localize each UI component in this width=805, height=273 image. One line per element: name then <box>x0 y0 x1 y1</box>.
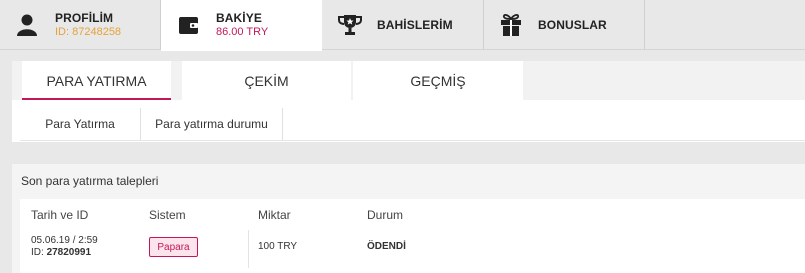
header-date-id: Tarih ve ID <box>31 208 89 222</box>
header-system: Sistem <box>149 208 186 222</box>
tab-profile[interactable]: PROFİLİM ID: 87248258 <box>0 0 161 50</box>
tab-profile-label: PROFİLİM <box>55 11 114 25</box>
tab-balance-label: BAKİYE <box>216 11 262 25</box>
trophy-icon <box>338 14 362 36</box>
tab-deposit[interactable]: PARA YATIRMA <box>22 61 171 100</box>
tab-bonuses[interactable]: BONUSLAR <box>484 0 645 50</box>
active-tab-underline <box>22 98 171 100</box>
gift-icon <box>500 13 522 37</box>
row-id: ID: 27820991 <box>31 247 92 258</box>
tab-withdraw-label: ÇEKİM <box>244 72 289 89</box>
tab-deposit-status-label: Para yatırma durumu <box>155 117 268 131</box>
deposits-table: Tarih ve ID Sistem Miktar Durum 05.06.19… <box>20 199 805 273</box>
player-id: ID: 87248258 <box>55 26 122 38</box>
row-status: ÖDENDİ <box>367 241 406 252</box>
balance-amount: 86.00 TRY <box>216 26 269 38</box>
payment-tabs: PARA YATIRMA ÇEKİM GEÇMİŞ <box>12 61 805 100</box>
tab-deposit-form[interactable]: Para Yatırma <box>20 108 141 140</box>
wallet-icon <box>179 17 198 34</box>
recent-deposits-title: Son para yatırma talepleri <box>21 174 159 188</box>
deposit-panel: PARA YATIRMA ÇEKİM GEÇMİŞ Para Yatırma P… <box>12 61 805 142</box>
header-status: Durum <box>367 208 404 222</box>
tab-deposit-status[interactable]: Para yatırma durumu <box>141 108 283 140</box>
recent-deposits: Son para yatırma talepleri Tarih ve ID S… <box>12 164 805 273</box>
header-amount: Miktar <box>258 208 291 222</box>
tab-bets-label: BAHİSLERİM <box>377 18 453 32</box>
deposit-subtabs: Para Yatırma Para yatırma durumu <box>20 108 805 141</box>
tab-balance[interactable]: BAKİYE 86.00 TRY <box>161 0 322 51</box>
system-badge: Papara <box>149 237 198 257</box>
tab-withdraw[interactable]: ÇEKİM <box>182 61 351 100</box>
tab-bets[interactable]: BAHİSLERİM <box>322 0 484 50</box>
tab-deposit-form-label: Para Yatırma <box>45 117 115 131</box>
account-tabs: PROFİLİM ID: 87248258 BAKİYE 86.00 TRY B… <box>0 0 805 51</box>
row-date-id: 05.06.19 / 2:59 ID: 27820991 <box>31 235 98 259</box>
person-icon <box>17 14 37 36</box>
row-date: 05.06.19 / 2:59 <box>31 235 98 246</box>
column-divider <box>248 230 249 268</box>
tab-deposit-label: PARA YATIRMA <box>46 72 147 89</box>
tab-history[interactable]: GEÇMİŞ <box>353 61 523 100</box>
row-amount: 100 TRY <box>258 241 298 252</box>
tab-bonuses-label: BONUSLAR <box>538 18 607 32</box>
tab-history-label: GEÇMİŞ <box>410 72 466 89</box>
